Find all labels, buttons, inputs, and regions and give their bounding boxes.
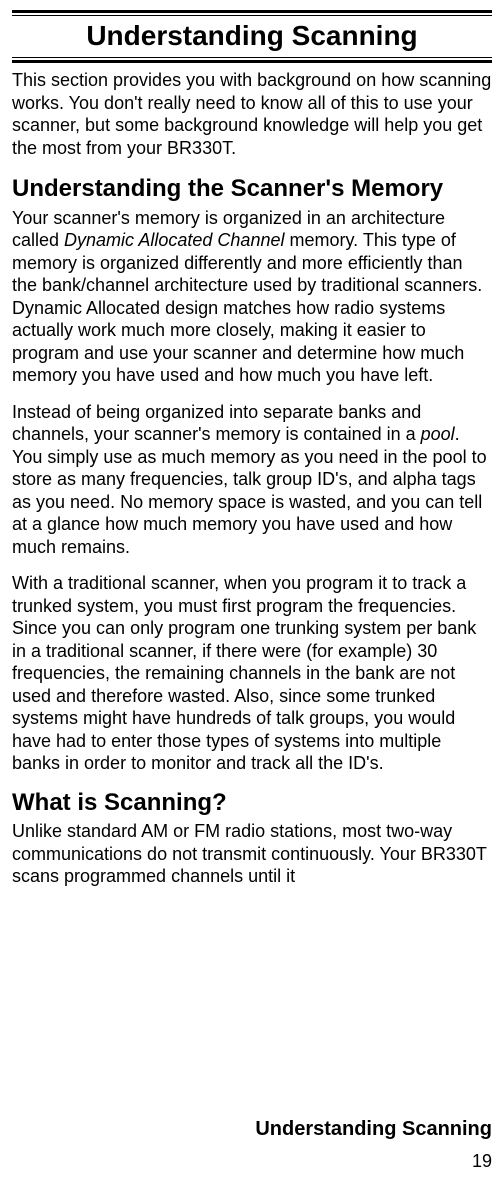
- memory-paragraph-1: Your scanner's memory is organized in an…: [12, 207, 492, 387]
- memory-paragraph-2: Instead of being organized into separate…: [12, 401, 492, 559]
- scanning-paragraph-1: Unlike standard AM or FM radio stations,…: [12, 820, 492, 888]
- intro-paragraph: This section provides you with backgroun…: [12, 69, 492, 159]
- text-span: memory. This type of memory is organized…: [12, 230, 482, 385]
- section-heading-scanning: What is Scanning?: [12, 789, 492, 817]
- text-span: Instead of being organized into separate…: [12, 402, 421, 445]
- page-number: 19: [472, 1150, 492, 1173]
- footer-section-label: Understanding Scanning: [255, 1117, 492, 1142]
- memory-paragraph-3: With a traditional scanner, when you pro…: [12, 572, 492, 775]
- bottom-rule-thin: [12, 57, 492, 58]
- emphasis-pool: pool: [421, 424, 455, 444]
- page-title: Understanding Scanning: [12, 16, 492, 57]
- top-rule-thick: [12, 10, 492, 13]
- section-heading-memory: Understanding the Scanner's Memory: [12, 175, 492, 203]
- emphasis-dynamic-allocated: Dynamic Allocated Channel: [64, 230, 284, 250]
- bottom-rule-thick: [12, 60, 492, 63]
